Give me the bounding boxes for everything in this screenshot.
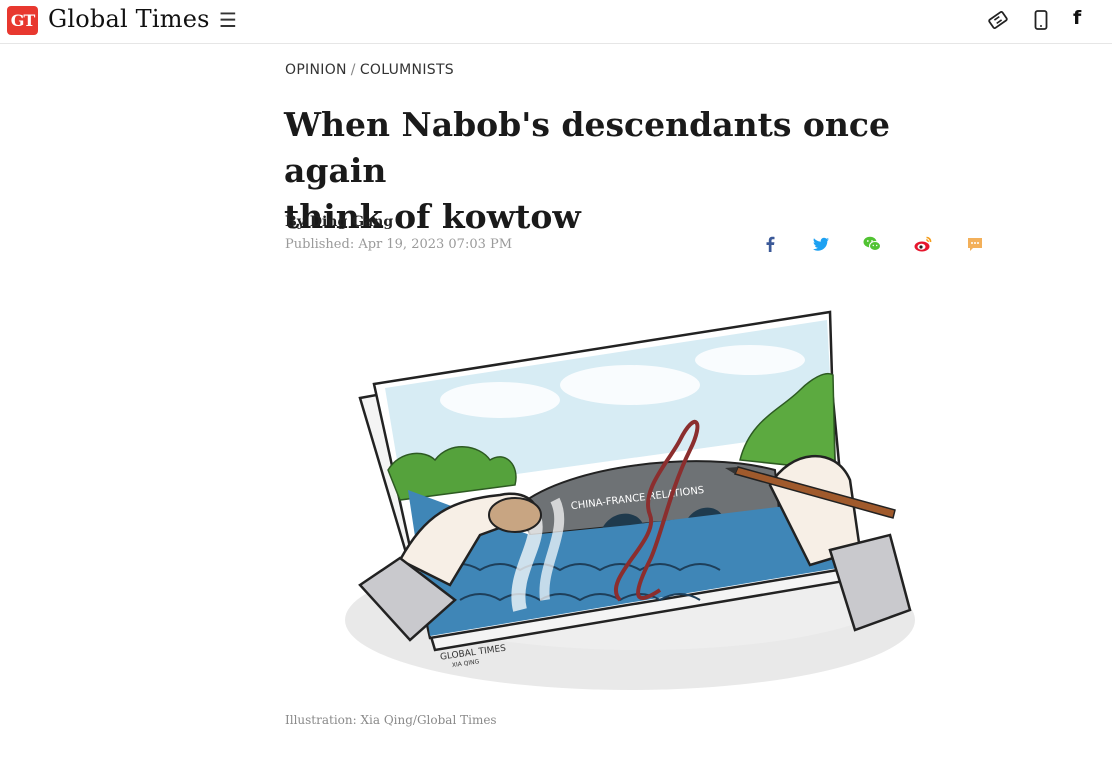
breadcrumb: OPINION / COLUMNISTS <box>285 62 454 78</box>
twitter-share-icon[interactable] <box>811 234 831 254</box>
site-logo-badge[interactable]: GT <box>7 6 38 35</box>
hamburger-menu-icon[interactable]: ☰ <box>219 10 237 30</box>
article-title-line-1: When Nabob's descendants once again <box>284 105 890 190</box>
facebook-share-icon[interactable] <box>760 234 780 254</box>
site-logo-text[interactable]: Global Times <box>48 5 210 33</box>
mobile-icon[interactable] <box>1030 9 1052 31</box>
top-navigation-bar: GT Global Times ☰ f <box>0 0 1112 44</box>
weibo-share-icon[interactable] <box>913 234 933 254</box>
tag-icon[interactable] <box>987 9 1009 31</box>
image-caption: Illustration: Xia Qing/Global Times <box>285 713 497 727</box>
wechat-share-icon[interactable] <box>862 234 882 254</box>
article-illustration: CHINA-FRANCE RELATIONS GLOBAL TIMES XIA … <box>345 310 915 690</box>
article-byline[interactable]: By Ding Gang <box>285 214 393 230</box>
facebook-icon[interactable]: f <box>1073 7 1081 29</box>
breadcrumb-separator: / <box>350 62 356 78</box>
breadcrumb-subsection[interactable]: COLUMNISTS <box>360 62 454 78</box>
breadcrumb-section[interactable]: OPINION <box>285 62 347 78</box>
comment-icon[interactable] <box>965 234 985 254</box>
published-date: Published: Apr 19, 2023 07:03 PM <box>285 237 513 252</box>
